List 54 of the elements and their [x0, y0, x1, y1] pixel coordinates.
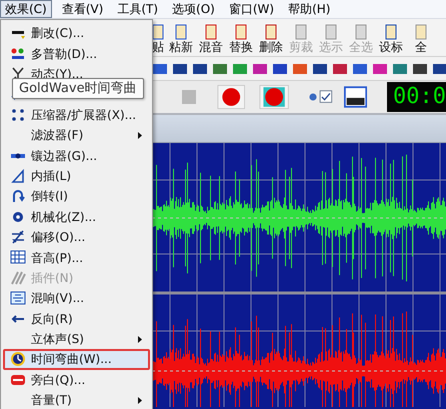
menu-bar-item[interactable]: 工具(T)	[113, 0, 162, 18]
triangle-icon	[10, 168, 26, 184]
menu-bar-item[interactable]: 选项(O)	[168, 0, 219, 18]
toolbar-button[interactable]: 全	[406, 24, 436, 54]
undo-arrow-icon	[10, 188, 26, 204]
record-button[interactable]	[216, 83, 246, 111]
menu-item[interactable]: 立体声(S)	[3, 328, 150, 350]
time-display: 00:0	[387, 82, 446, 112]
clipboard-icon	[173, 24, 189, 40]
grid-icon	[10, 249, 26, 266]
dots-icon	[10, 46, 26, 62]
clipboard-icon	[323, 24, 339, 40]
menu-item[interactable]: 反向(R)	[3, 308, 150, 329]
submenu-arrow-icon	[138, 336, 142, 343]
clipboard-icon	[353, 24, 369, 40]
window-icon[interactable]	[344, 85, 367, 109]
toolbar-button[interactable]: 粘新	[166, 24, 196, 54]
toolbar-button[interactable]: 替换	[226, 24, 256, 54]
menu-item[interactable]: 压缩器/扩展器(X)...	[3, 104, 150, 125]
toolbar-button[interactable]: 删除	[256, 24, 286, 54]
menu-item[interactable]: 机械化(Z)...	[3, 206, 150, 227]
menu-bar-item[interactable]: 窗口(W)	[224, 0, 278, 18]
clipboard-icon	[263, 24, 279, 40]
clipboard-icon	[150, 24, 166, 40]
menu-item[interactable]: 镶边器(G)...	[3, 145, 150, 166]
clock-icon	[10, 351, 26, 368]
menu-item[interactable]: 混响(V)...	[3, 288, 150, 308]
clipboard-icon	[413, 24, 429, 40]
toolbar-button[interactable]: 贴	[150, 24, 166, 54]
menu-item[interactable]: 旁白(Q)...	[3, 370, 150, 390]
clipboard-icon	[233, 24, 249, 40]
menu-item[interactable]: 删改(C)...	[3, 23, 150, 44]
menu-item[interactable]: 时间弯曲(W)...	[3, 349, 150, 370]
menu-bar-item[interactable]: 效果(C)	[0, 0, 52, 18]
menu-item[interactable]: 音高(P)...	[3, 247, 150, 268]
record-button[interactable]	[259, 83, 290, 111]
menu-item[interactable]: 多普勒(D)...	[3, 43, 150, 64]
clipboard-icon	[383, 24, 399, 40]
toolbar-button[interactable]: 混音	[196, 24, 226, 54]
menu-item[interactable]: 偏移(O)...	[3, 226, 150, 248]
menu-item[interactable]: 倒转(I)	[3, 186, 150, 207]
submenu-arrow-icon	[138, 132, 142, 139]
clipboard-icon	[203, 24, 219, 40]
box-icon	[10, 290, 26, 306]
menu-item[interactable]: 滤波器(F)	[3, 124, 150, 146]
stripes-icon	[10, 270, 26, 286]
menu-bar-item[interactable]: 帮助(H)	[284, 0, 334, 18]
submenu-arrow-icon	[138, 396, 142, 404]
menu-bar-item[interactable]: 查看(V)	[58, 0, 108, 18]
clipboard-icon	[293, 24, 309, 40]
toolbar-button[interactable]: 设标	[376, 24, 406, 54]
tooltip: GoldWave时间弯曲	[12, 78, 144, 99]
menu-item[interactable]: 音量(T)	[3, 390, 150, 409]
menu-item[interactable]: 内插(L)	[3, 166, 150, 186]
